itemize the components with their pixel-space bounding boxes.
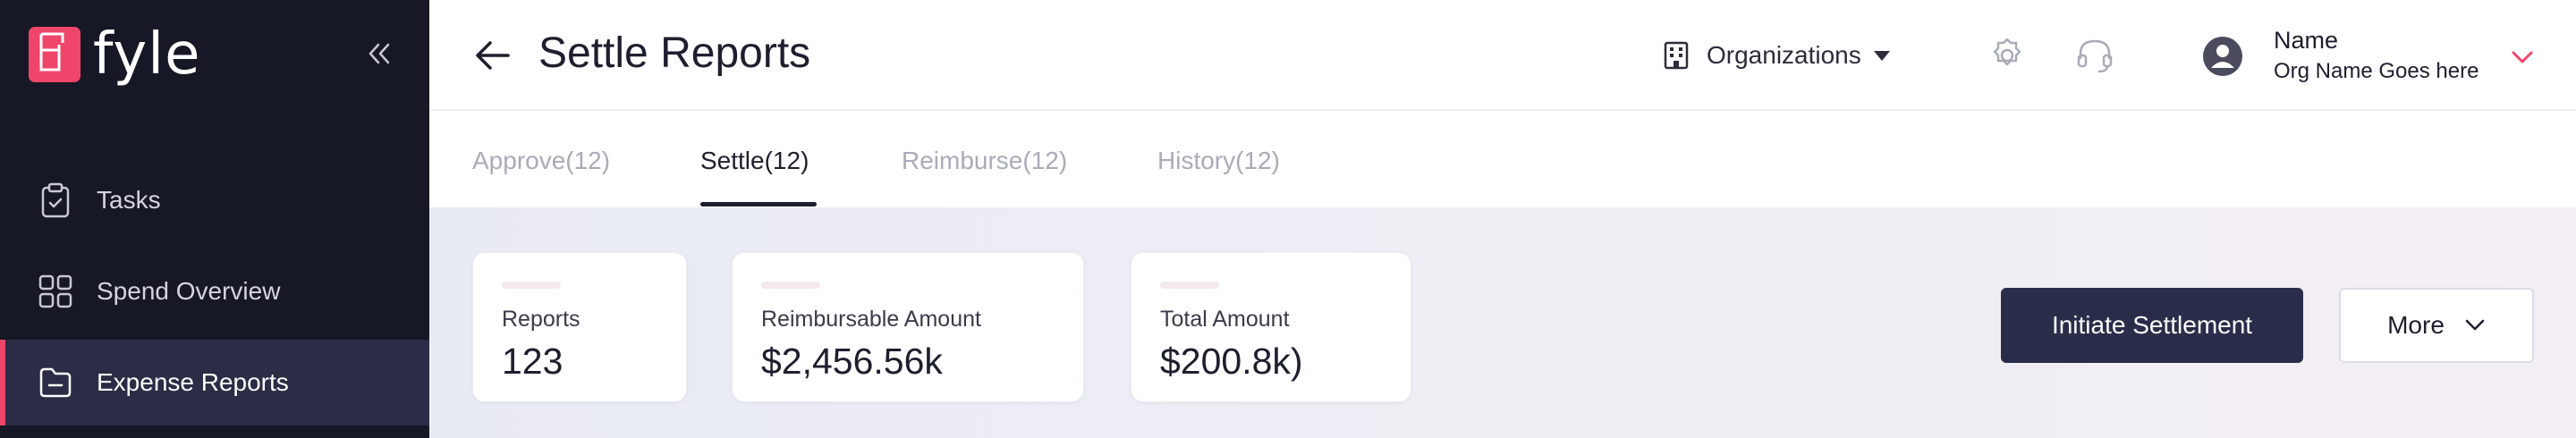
main-content: Reports 123 Reimbursable Amount $2,456.5… bbox=[429, 207, 2576, 438]
initiate-settlement-button[interactable]: Initiate Settlement bbox=[2001, 288, 2303, 363]
grid-icon bbox=[38, 274, 73, 309]
more-dropdown-button[interactable]: More bbox=[2339, 288, 2534, 363]
stat-card-total-amount: Total Amount $200.8k) bbox=[1131, 252, 1411, 402]
top-header: Settle Reports Organizations Name Org Na… bbox=[429, 0, 2576, 111]
settings-button[interactable] bbox=[1986, 34, 2029, 77]
tab-settle[interactable]: Settle(12) bbox=[700, 147, 809, 175]
sidebar-item-spend-overview[interactable]: Spend Overview bbox=[0, 248, 429, 334]
caret-down-icon bbox=[1873, 50, 1890, 61]
stat-card-reports: Reports 123 bbox=[472, 252, 687, 402]
organizations-dropdown[interactable]: Organizations bbox=[1660, 39, 1890, 72]
support-button[interactable] bbox=[2073, 34, 2116, 77]
stat-value: 123 bbox=[502, 341, 564, 382]
tab-history[interactable]: History(12) bbox=[1157, 147, 1280, 175]
organizations-label: Organizations bbox=[1707, 41, 1861, 69]
user-menu-toggle[interactable] bbox=[2510, 48, 2535, 66]
arrow-left-icon bbox=[476, 41, 510, 70]
building-icon bbox=[1660, 39, 1692, 72]
user-avatar[interactable] bbox=[2202, 36, 2243, 77]
user-name: Name bbox=[2274, 27, 2339, 54]
chevron-down-icon bbox=[2465, 319, 2485, 331]
sidebar-item-label: Expense Reports bbox=[97, 368, 289, 396]
page-title: Settle Reports bbox=[538, 29, 811, 77]
stat-card-reimbursable-amount: Reimbursable Amount $2,456.56k bbox=[732, 252, 1084, 402]
stat-label: Reimbursable Amount bbox=[761, 307, 981, 332]
back-button[interactable] bbox=[472, 36, 513, 75]
fyle-logo-mark-icon bbox=[29, 27, 80, 82]
report-tabs: Approve(12) Settle(12) Reimburse(12) His… bbox=[429, 111, 2576, 207]
stat-label: Total Amount bbox=[1160, 307, 1290, 332]
stat-card-accent bbox=[502, 282, 561, 289]
double-chevron-left-icon bbox=[369, 43, 390, 64]
fyle-logo-text: fyle bbox=[93, 21, 201, 88]
sidebar-nav: Tasks Spend Overview Expense Reports bbox=[0, 157, 429, 425]
tab-approve[interactable]: Approve(12) bbox=[472, 147, 610, 175]
user-org-name: Org Name Goes here bbox=[2274, 59, 2479, 83]
sidebar-item-label: Spend Overview bbox=[97, 277, 281, 305]
stat-label: Reports bbox=[502, 307, 580, 332]
collapse-sidebar-button[interactable] bbox=[361, 38, 397, 70]
sidebar-item-expense-reports[interactable]: Expense Reports bbox=[0, 340, 429, 425]
folder-icon bbox=[38, 365, 73, 400]
sidebar-item-tasks[interactable]: Tasks bbox=[0, 157, 429, 243]
stat-card-accent bbox=[761, 282, 820, 289]
chevron-down-icon bbox=[2512, 51, 2533, 63]
stat-value: $2,456.56k bbox=[761, 341, 943, 382]
fyle-logo[interactable]: fyle bbox=[29, 21, 201, 88]
sidebar-item-label: Tasks bbox=[97, 186, 161, 214]
active-tab-indicator bbox=[700, 202, 817, 206]
tab-reimburse[interactable]: Reimburse(12) bbox=[902, 147, 1067, 175]
stat-value: $200.8k) bbox=[1160, 341, 1303, 382]
headset-icon bbox=[2077, 39, 2113, 73]
gear-icon bbox=[1993, 38, 2021, 66]
more-label: More bbox=[2387, 311, 2445, 339]
user-avatar-icon bbox=[2203, 37, 2242, 76]
clipboard-check-icon bbox=[38, 182, 73, 218]
sidebar: fyle Tasks Spend Overview Expense Report… bbox=[0, 0, 429, 438]
stat-card-accent bbox=[1160, 282, 1219, 289]
